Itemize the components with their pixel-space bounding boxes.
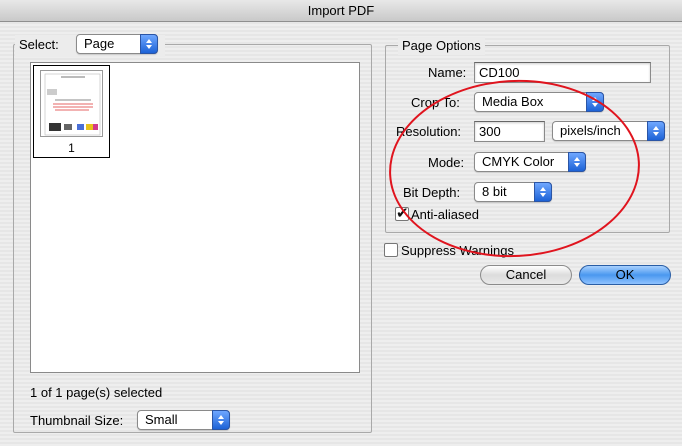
title-bar: Import PDF <box>0 0 682 22</box>
name-label: Name: <box>428 65 467 80</box>
page-thumbnail[interactable]: 1 <box>33 65 110 158</box>
page-options-legend: Page Options <box>398 37 485 55</box>
suppress-warnings-checkbox[interactable] <box>384 243 398 257</box>
thumbnail-size-label: Thumbnail Size: <box>30 413 124 428</box>
thumbnail-page-number: 1 <box>68 141 75 155</box>
popup-arrows-icon <box>140 34 158 54</box>
thumbnail-size-popup[interactable]: Small <box>137 410 230 430</box>
ok-button[interactable]: OK <box>579 265 671 285</box>
cancel-button[interactable]: Cancel <box>480 265 572 285</box>
select-popup-value: Page <box>84 36 115 51</box>
thumbnail-pane[interactable]: 1 <box>30 62 360 373</box>
page-preview-icon <box>44 73 101 136</box>
select-label: Select: <box>19 37 59 52</box>
window-title: Import PDF <box>307 3 375 18</box>
page-preview <box>40 70 103 137</box>
thumbnail-size-value: Small <box>145 412 178 427</box>
select-popup[interactable]: Page <box>76 34 158 54</box>
popup-arrows-icon <box>212 410 230 430</box>
selection-status: 1 of 1 page(s) selected <box>30 385 163 400</box>
import-pdf-dialog: Import PDF Select: Page 1 1 of 1 page(s)… <box>0 0 682 446</box>
popup-arrows-icon <box>647 121 665 141</box>
